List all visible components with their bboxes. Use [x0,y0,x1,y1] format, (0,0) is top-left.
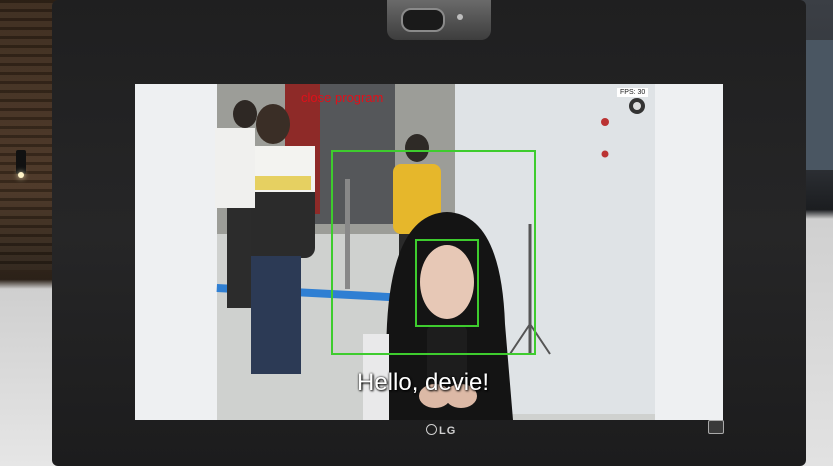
face-detection-box [415,239,479,327]
person-pants [251,256,301,374]
left-wall [135,84,217,420]
camera-feed-screen: close program FPS: 30 Hello, devie! [135,84,723,420]
webcam-icon [387,0,491,40]
webcam-led [457,14,463,20]
person-head [256,104,290,144]
greeting-text: Hello, devie! [357,369,490,396]
fps-badge: FPS: 30 [617,88,649,97]
lg-logo-text: LG [439,425,457,437]
lg-logo-icon [426,424,437,435]
lg-logo: LG [426,424,456,437]
power-icon[interactable] [708,420,724,434]
close-program-text[interactable]: close program [301,90,383,105]
ceiling-spotlight [16,150,26,178]
right-wall [655,84,723,420]
webcam-lens [401,8,445,32]
red-wall-dot [601,118,609,126]
